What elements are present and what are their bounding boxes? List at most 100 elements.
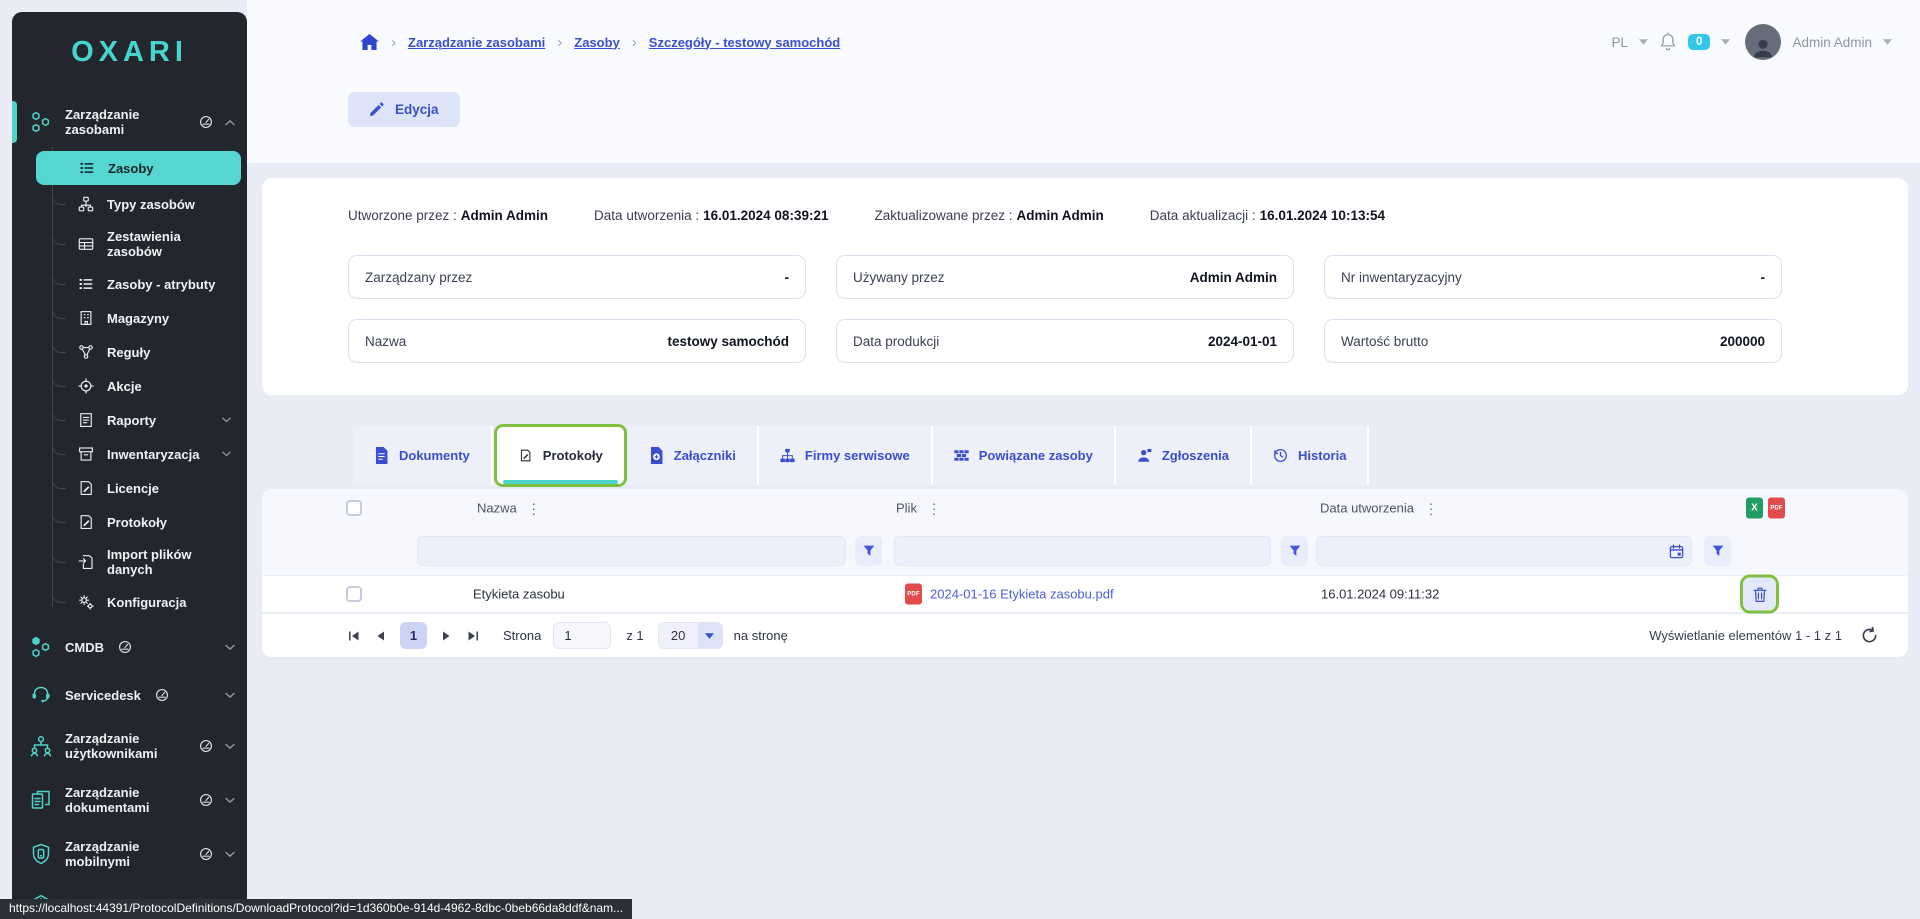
tab-firmy-serwisowe[interactable]: Firmy serwisowe: [759, 426, 933, 485]
export-excel-icon[interactable]: X: [1746, 498, 1763, 519]
user-name[interactable]: Admin Admin: [1792, 35, 1872, 50]
filter-input-nazwa[interactable]: [417, 536, 846, 566]
column-header-data-utworzenia[interactable]: Data utworzenia ⋮: [1320, 501, 1438, 516]
chevron-down-icon: [698, 623, 722, 648]
sidebar-section-servicedesk[interactable]: Servicedesk: [12, 671, 247, 719]
meta-created-by: Utworzone przez :Admin Admin: [348, 208, 548, 223]
tab-protokoly[interactable]: Protokoły: [497, 427, 624, 484]
sidebar-section-zarzadzanie-dokumentami[interactable]: Zarządzanie dokumentami: [12, 773, 247, 827]
sidebar-item-zasoby[interactable]: Zasoby: [36, 151, 241, 185]
page-size-select[interactable]: 20: [658, 622, 723, 649]
field-zarzadzany-przez: Zarządzany przez -: [348, 255, 806, 299]
person-icon: [1750, 34, 1776, 60]
mobile-shield-icon: [29, 842, 53, 866]
sidebar-item-akcje[interactable]: Akcje: [52, 369, 247, 403]
sidebar-item-reguly[interactable]: Reguły: [52, 335, 247, 369]
tab-zgloszenia[interactable]: Zgłoszenia: [1116, 426, 1252, 485]
file-download-link[interactable]: 2024-01-16 Etykieta zasobu.pdf: [930, 587, 1114, 602]
filter-button-nazwa[interactable]: [855, 536, 882, 566]
funnel-icon: [1289, 545, 1301, 557]
tab-zalaczniki[interactable]: Załączniki: [628, 426, 759, 485]
column-header-plik[interactable]: Plik ⋮: [896, 501, 941, 516]
column-menu-icon[interactable]: ⋮: [927, 501, 941, 515]
select-all-checkbox[interactable]: [346, 500, 362, 516]
field-data-produkcji: Data produkcji 2024-01-01: [836, 319, 1294, 363]
last-page-icon[interactable]: [467, 630, 479, 642]
sidebar-section-zarzadzanie-mobilnymi[interactable]: Zarządzanie mobilnymi: [12, 827, 247, 881]
chevron-down-icon[interactable]: [1883, 39, 1892, 45]
header-zone: › Zarządzanie zasobami › Zasoby › Szczeg…: [247, 0, 1920, 163]
notification-badge[interactable]: 0: [1688, 34, 1710, 50]
sidebar-item-raporty[interactable]: Raporty: [52, 403, 247, 437]
sidebar-item-zasoby-atrybuty[interactable]: Zasoby - atrybuty: [52, 267, 247, 301]
gauge-icon: [199, 793, 213, 807]
pdf-file-icon: PDF: [905, 584, 922, 605]
calendar-button[interactable]: [1661, 537, 1691, 565]
chevron-down-icon: [222, 451, 231, 457]
sidebar-item-import-plikow[interactable]: Import plików danych: [52, 539, 247, 585]
bell-icon[interactable]: [1659, 32, 1677, 52]
sidebar-section-zarzadzanie-uzytkownikami[interactable]: Zarządzanie użytkownikami: [12, 719, 247, 773]
meta-created-at: Data utworzenia :16.01.2024 08:39:21: [594, 208, 828, 223]
language-selector[interactable]: PL: [1612, 35, 1629, 50]
sidebar-section-zarzadzanie-zasobami[interactable]: Zarządzanie zasobami: [12, 95, 247, 149]
history-icon: [1273, 447, 1288, 464]
page-number-input[interactable]: [553, 622, 611, 649]
target-icon: [77, 377, 95, 395]
filter-button-data-utworzenia[interactable]: [1704, 536, 1731, 566]
filter-button-plik[interactable]: [1281, 536, 1308, 566]
breadcrumb-current[interactable]: Szczegóły - testowy samochód: [649, 35, 840, 50]
tab-powiazane-zasoby[interactable]: Powiązane zasoby: [933, 426, 1116, 485]
gauge-icon: [199, 115, 213, 129]
fields-row: Zarządzany przez - Używany przez Admin A…: [348, 255, 1878, 299]
status-url-tooltip: https://localhost:44391/ProtocolDefiniti…: [0, 899, 632, 919]
field-nr-inwentaryzacyjny: Nr inwentaryzacyjny -: [1324, 255, 1782, 299]
column-menu-icon[interactable]: ⋮: [527, 501, 541, 515]
refresh-icon[interactable]: [1861, 627, 1878, 644]
chevron-down-icon[interactable]: [1721, 39, 1730, 45]
org-chart-icon: [780, 447, 795, 464]
column-menu-icon[interactable]: ⋮: [1424, 501, 1438, 515]
document-pen-icon: [77, 513, 95, 531]
previous-page-icon[interactable]: [375, 630, 387, 642]
current-page-button[interactable]: 1: [400, 622, 427, 649]
funnel-icon: [863, 545, 875, 557]
attachment-icon: [649, 447, 664, 464]
chevron-down-icon: [222, 417, 231, 423]
per-page-label: na stronę: [734, 628, 788, 643]
sidebar-item-magazyny[interactable]: Magazyny: [52, 301, 247, 335]
sidebar-item-inwentaryzacja[interactable]: Inwentaryzacja: [52, 437, 247, 471]
gauge-icon: [118, 640, 132, 654]
home-icon[interactable]: [360, 34, 379, 50]
tab-historia[interactable]: Historia: [1252, 426, 1369, 485]
first-page-icon[interactable]: [348, 630, 360, 642]
app-logo: OXARI: [12, 12, 247, 95]
sidebar-item-zestawienia-zasobow[interactable]: Zestawienia zasobów: [52, 221, 247, 267]
sidebar-section-cmdb[interactable]: CMDB: [12, 623, 247, 671]
breadcrumb-link-zasoby[interactable]: Zasoby: [574, 35, 620, 50]
chevron-down-icon: [225, 851, 235, 858]
breadcrumb-link-zarzadzanie-zasobami[interactable]: Zarządzanie zasobami: [408, 35, 545, 50]
sidebar-item-licencje[interactable]: Licencje: [52, 471, 247, 505]
sidebar-item-typy-zasobow[interactable]: Typy zasobów: [52, 187, 247, 221]
sidebar-item-protokoly[interactable]: Protokoły: [52, 505, 247, 539]
next-page-icon[interactable]: [440, 630, 452, 642]
cell-data-utworzenia: 16.01.2024 09:11:32: [1321, 587, 1439, 602]
sidebar-submenu: Zasoby Typy zasobów Zestawienia zasobów …: [52, 151, 247, 623]
avatar[interactable]: [1745, 24, 1781, 60]
detail-tabs: Dokumenty Protokoły Załączniki Firmy ser…: [353, 426, 1908, 485]
row-checkbox[interactable]: [346, 586, 362, 602]
filter-input-plik[interactable]: [894, 536, 1271, 566]
export-pdf-icon[interactable]: PDF: [1768, 498, 1785, 519]
column-header-nazwa[interactable]: Nazwa ⋮: [477, 501, 541, 516]
chevron-up-icon: [225, 119, 235, 126]
report-icon: [77, 411, 95, 429]
delete-row-button[interactable]: [1743, 578, 1776, 611]
chevron-down-icon[interactable]: [1639, 39, 1648, 45]
document-pen-icon: [518, 447, 533, 464]
gauge-icon: [199, 847, 213, 861]
filter-input-data-utworzenia[interactable]: [1317, 537, 1661, 565]
edit-button[interactable]: Edycja: [348, 92, 460, 127]
sidebar-item-konfiguracja[interactable]: Konfiguracja: [52, 585, 247, 619]
tab-dokumenty[interactable]: Dokumenty: [353, 426, 493, 485]
